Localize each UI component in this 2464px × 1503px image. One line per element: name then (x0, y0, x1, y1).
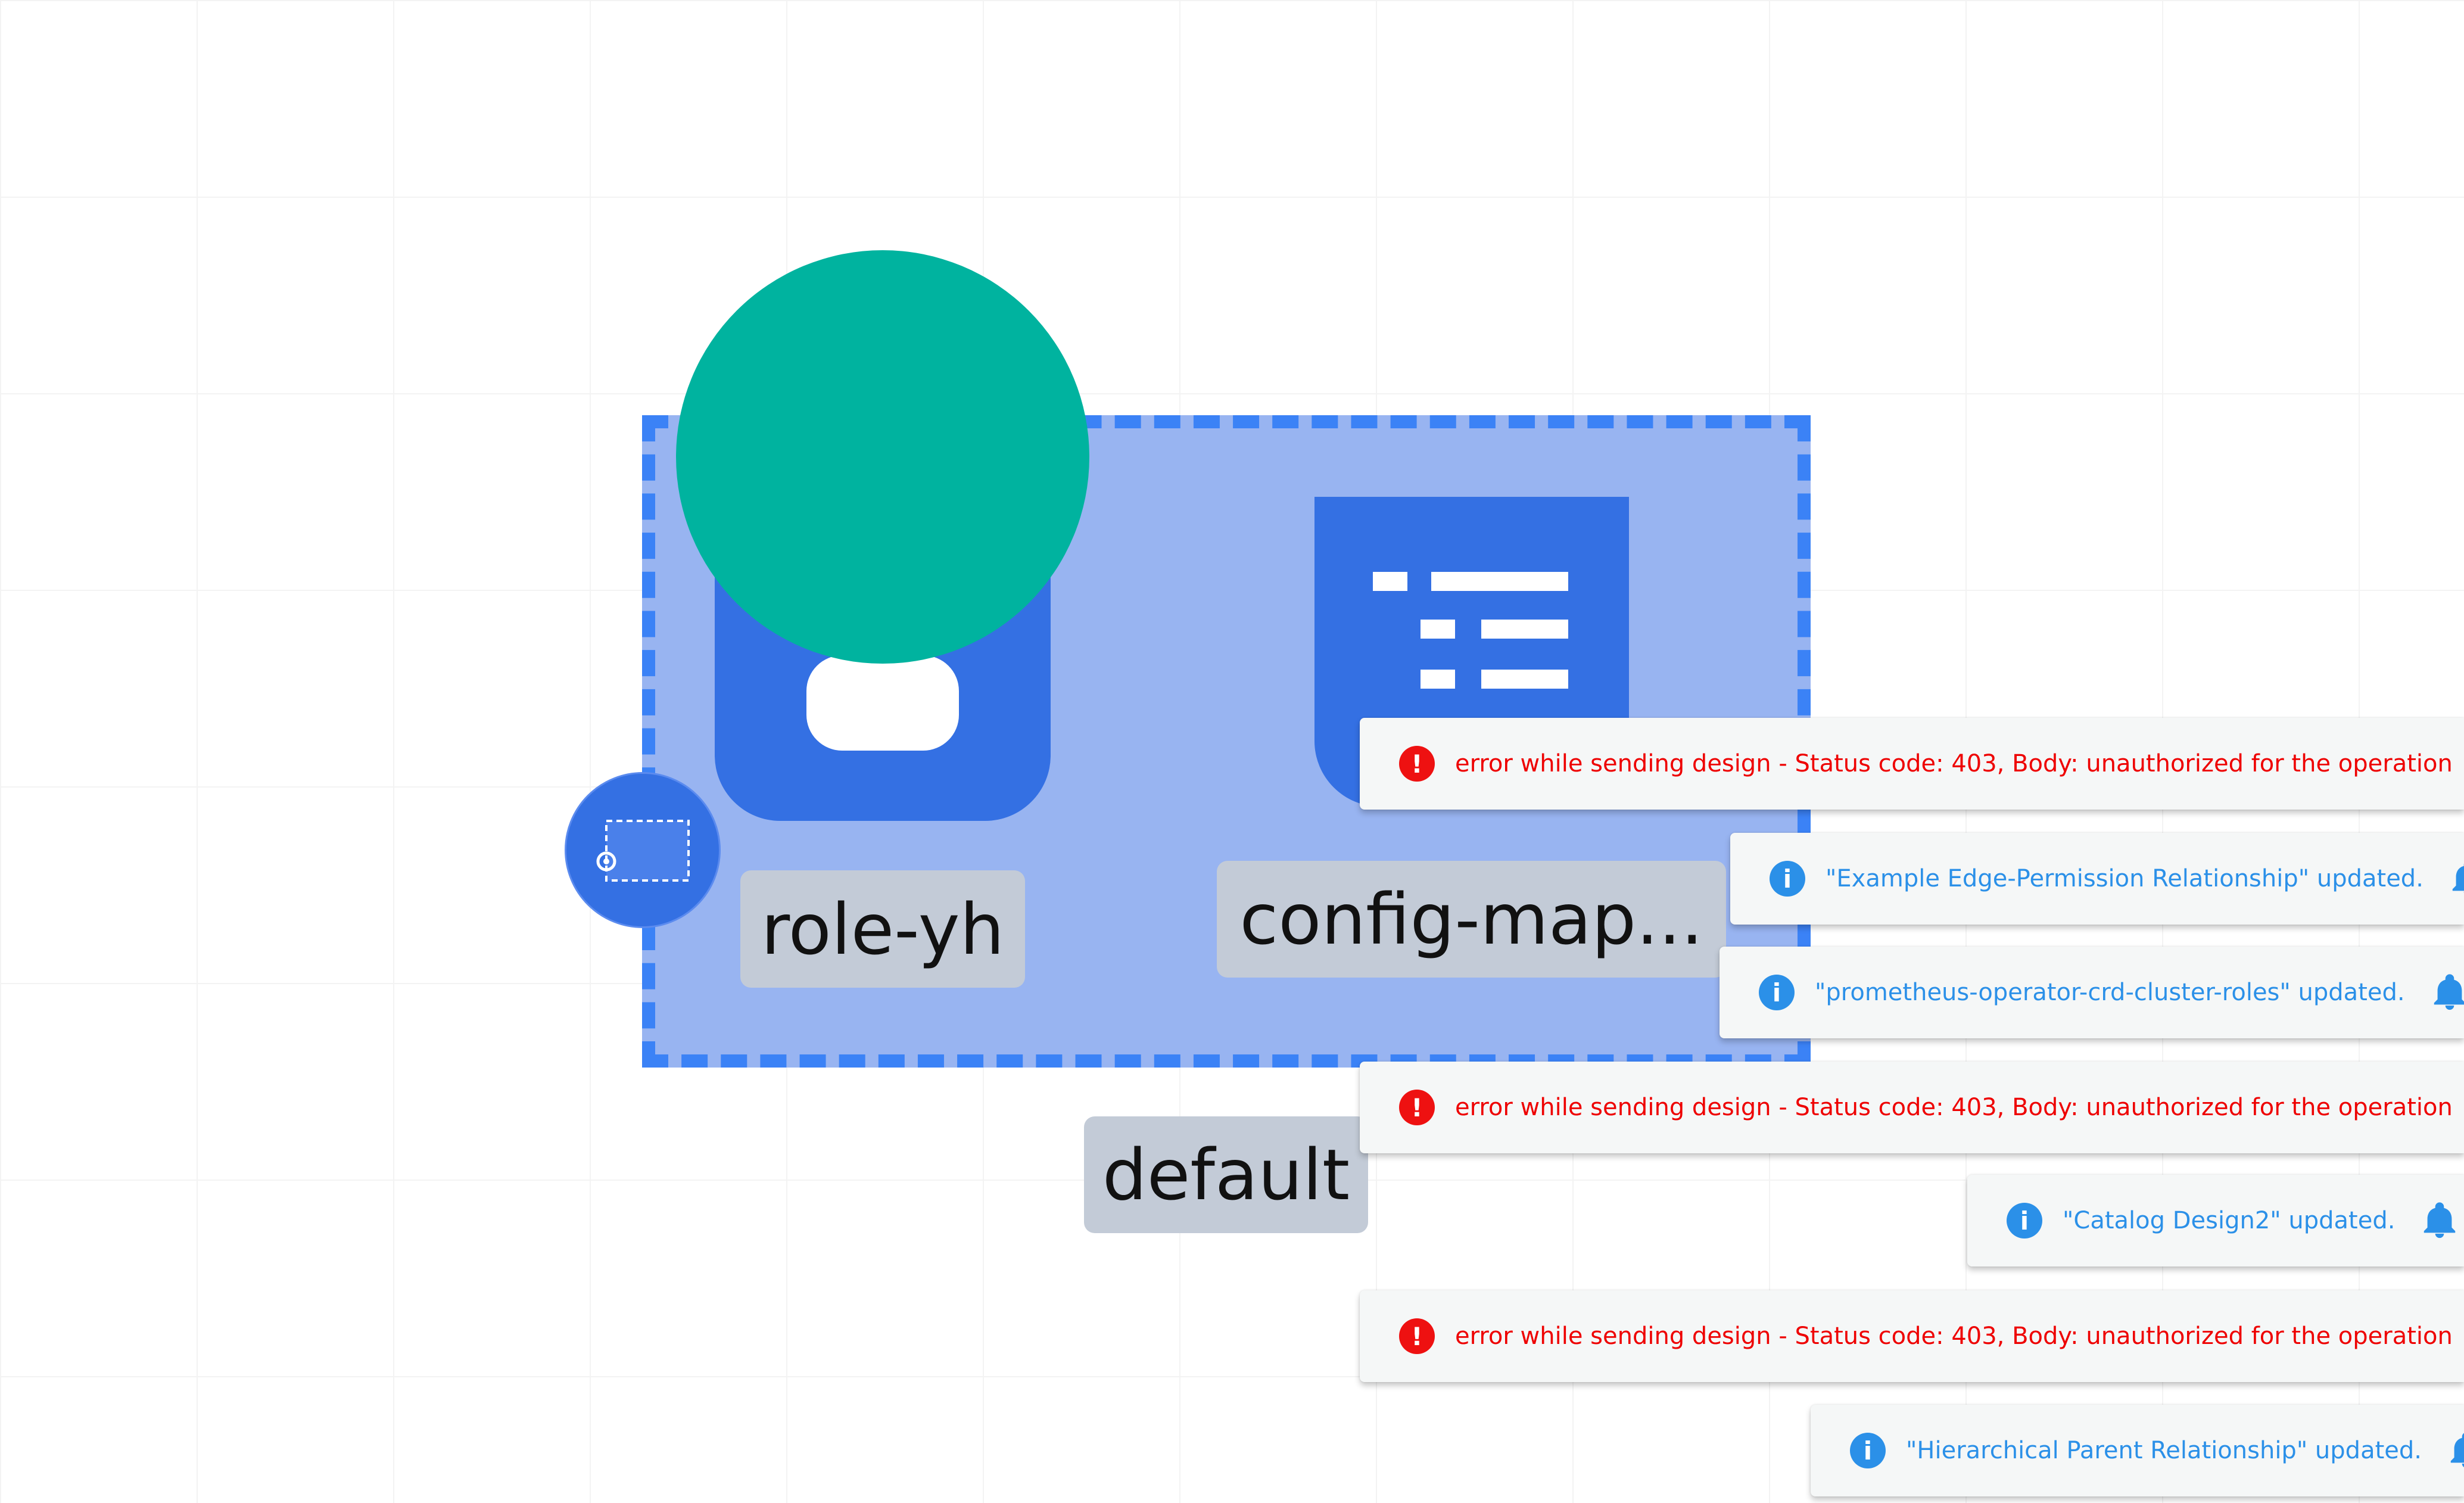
notification-message: "prometheus-operator-crd-cluster-roles" … (1815, 979, 2405, 1006)
info-icon: i (1770, 861, 1805, 897)
notification-toast[interactable]: i "prometheus-operator-crd-cluster-roles… (1719, 947, 2464, 1038)
bell-icon[interactable] (2419, 1200, 2460, 1241)
group-label[interactable]: default (1084, 1116, 1368, 1233)
notification-message: "Hierarchical Parent Relationship" updat… (1906, 1437, 2422, 1464)
notification-toast[interactable]: i "Hierarchical Parent Relationship" upd… (1811, 1405, 2464, 1496)
notification-toast[interactable]: i "Example Edge-Permission Relationship"… (1730, 833, 2464, 925)
notification-toast[interactable]: ! error while sending design - Status co… (1360, 1062, 2464, 1153)
group-select-icon[interactable] (565, 772, 721, 928)
role-node-label[interactable]: role-yh (740, 870, 1025, 988)
notification-message: error while sending design - Status code… (1455, 1322, 2453, 1350)
notification-toast[interactable]: i "Catalog Design2" updated. (1967, 1175, 2464, 1266)
notification-message: "Example Edge-Permission Relationship" u… (1826, 865, 2423, 892)
notification-toast[interactable]: ! error while sending design - Status co… (1360, 1290, 2464, 1382)
config-map-node-label[interactable]: config-map... (1217, 861, 1726, 978)
bell-icon[interactable] (2447, 858, 2464, 900)
info-icon: i (1850, 1433, 1886, 1468)
error-icon: ! (1399, 1090, 1435, 1125)
role-person-shape (806, 655, 959, 751)
notification-toast[interactable]: ! error while sending design - Status co… (1360, 718, 2464, 810)
bell-icon[interactable] (2446, 1430, 2464, 1471)
info-icon: i (2007, 1203, 2042, 1239)
notification-message: error while sending design - Status code… (1455, 750, 2453, 777)
bell-icon[interactable] (2429, 972, 2464, 1013)
notification-message: error while sending design - Status code… (1455, 1094, 2453, 1121)
info-icon: i (1759, 975, 1795, 1010)
design-canvas[interactable]: role-yh config-map... default ! error wh… (0, 0, 2464, 1503)
notification-message: "Catalog Design2" updated. (2063, 1207, 2396, 1234)
error-icon: ! (1399, 746, 1435, 782)
teal-circle-icon[interactable] (676, 250, 1089, 664)
error-icon: ! (1399, 1318, 1435, 1354)
